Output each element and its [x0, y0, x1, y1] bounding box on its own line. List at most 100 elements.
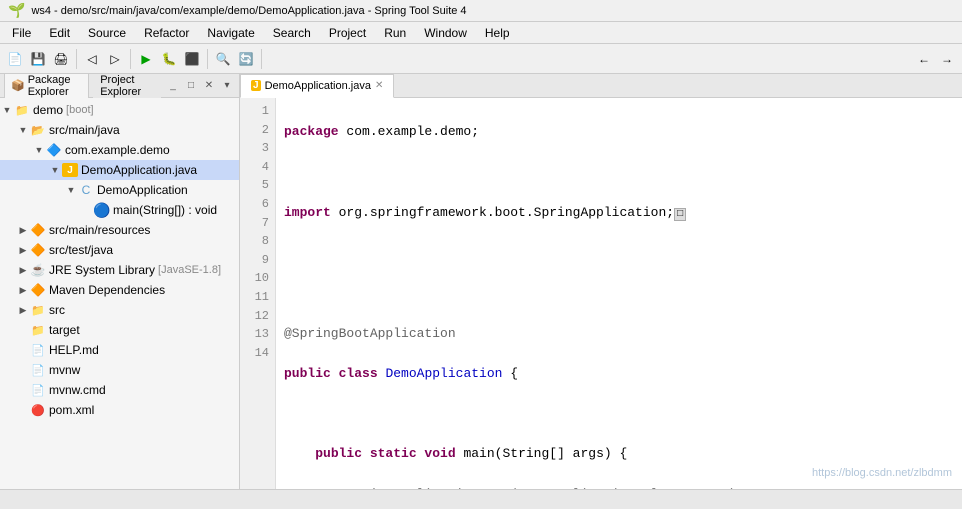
status-bar: [0, 489, 962, 509]
tree-item-demoapplication-class[interactable]: ▼ C DemoApplication: [0, 180, 239, 200]
toolbar-print-btn[interactable]: 🖨: [50, 48, 72, 70]
editor-tab-demoapplication[interactable]: J DemoApplication.java ✕: [240, 74, 394, 98]
editor-tab-close[interactable]: ✕: [375, 80, 383, 91]
expand-method: [80, 203, 94, 217]
tree-item-src-main-java[interactable]: ▼ 📂 src/main/java: [0, 120, 239, 140]
menu-source[interactable]: Source: [80, 24, 134, 42]
toolbar-nav-group: ← →: [913, 48, 958, 70]
expand-src[interactable]: ▶: [16, 303, 30, 317]
java-file-icon: J: [62, 163, 78, 177]
src-icon: 📂: [30, 122, 46, 138]
tab-project-explorer[interactable]: Project Explorer: [93, 74, 161, 101]
tree-item-src-main-resources[interactable]: ▶ 🔶 src/main/resources: [0, 220, 239, 240]
expand-demoapplication[interactable]: ▼: [48, 163, 62, 177]
menu-window[interactable]: Window: [416, 24, 475, 42]
code-line-5: [284, 283, 954, 303]
toolbar-edit-group: ◁ ▷: [81, 48, 126, 70]
package-explorer-icon: 📦: [11, 79, 25, 92]
tree-item-mvnw[interactable]: 📄 mvnw: [0, 360, 239, 380]
help-md-icon: 📄: [30, 342, 46, 358]
src-folder-icon: 📁: [30, 302, 46, 318]
app-icon: 🌱: [8, 2, 25, 19]
toolbar-next-btn[interactable]: ▷: [104, 48, 126, 70]
right-panel: J DemoApplication.java ✕ 1 2 3 4 5 6 7 8…: [240, 74, 962, 489]
toolbar: 📄 💾 🖨 ◁ ▷ ▶ 🐛 ⬛ 🔍 🔄 ← →: [0, 44, 962, 74]
expand-pom: [16, 403, 30, 417]
expand-package[interactable]: ▼: [32, 143, 46, 157]
expand-mvnw: [16, 363, 30, 377]
editor-tabs: J DemoApplication.java ✕: [240, 74, 962, 98]
class-icon: C: [78, 182, 94, 198]
toolbar-misc-group: 🔍 🔄: [212, 48, 257, 70]
menu-run[interactable]: Run: [376, 24, 414, 42]
toolbar-save-btn[interactable]: 💾: [27, 48, 49, 70]
menu-file[interactable]: File: [4, 24, 39, 42]
code-line-2: [284, 162, 954, 182]
toolbar-new-btn[interactable]: 📄: [4, 48, 26, 70]
tree-item-target[interactable]: 📁 target: [0, 320, 239, 340]
expand-demo[interactable]: ▼: [0, 103, 14, 117]
tree-item-jre[interactable]: ▶ ☕ JRE System Library [JavaSE-1.8]: [0, 260, 239, 280]
tree-item-main-method[interactable]: 🔵 main(String[]) : void: [0, 200, 239, 220]
jre-icon: ☕: [30, 262, 46, 278]
tree-item-mvnw-cmd[interactable]: 📄 mvnw.cmd: [0, 380, 239, 400]
editor-tab-label: DemoApplication.java: [265, 80, 371, 92]
tree-item-src[interactable]: ▶ 📁 src: [0, 300, 239, 320]
menu-search[interactable]: Search: [265, 24, 319, 42]
method-icon: 🔵: [94, 202, 110, 218]
code-line-7: public class DemoApplication {: [284, 364, 954, 384]
menu-edit[interactable]: Edit: [41, 24, 78, 42]
code-area[interactable]: 1 2 3 4 5 6 7 8 9 10 11 12 13 14 package…: [240, 98, 962, 489]
expand-jre[interactable]: ▶: [16, 263, 30, 277]
toolbar-search-btn[interactable]: 🔍: [212, 48, 234, 70]
code-line-3: import org.springframework.boot.SpringAp…: [284, 203, 954, 223]
code-line-1: package com.example.demo;: [284, 122, 954, 142]
editor-tab-java-icon: J: [251, 80, 261, 91]
toolbar-back-btn[interactable]: ←: [913, 48, 935, 70]
tree-item-demoapplication-java[interactable]: ▼ J DemoApplication.java: [0, 160, 239, 180]
toolbar-sep2: [130, 49, 131, 69]
menu-navigate[interactable]: Navigate: [199, 24, 262, 42]
title-text: ws4 - demo/src/main/java/com/example/dem…: [31, 5, 466, 17]
toolbar-debug-btn[interactable]: 🐛: [158, 48, 180, 70]
toolbar-stop-btn[interactable]: ⬛: [181, 48, 203, 70]
mvnw-cmd-icon: 📄: [30, 382, 46, 398]
src-test-icon: 🔶: [30, 242, 46, 258]
toolbar-sep3: [207, 49, 208, 69]
left-panel: 📦 Package Explorer Project Explorer _ □ …: [0, 74, 240, 489]
toolbar-run-btn[interactable]: ▶: [135, 48, 157, 70]
tree-item-demo[interactable]: ▼ 📁 demo [boot]: [0, 100, 239, 120]
code-line-10: SpringApplication.run(DemoApplication.cl…: [284, 485, 954, 489]
menu-refactor[interactable]: Refactor: [136, 24, 197, 42]
expand-target: [16, 323, 30, 337]
tree-item-src-test-java[interactable]: ▶ 🔶 src/test/java: [0, 240, 239, 260]
watermark: https://blog.csdn.net/zlbdmm: [812, 467, 952, 479]
panel-close-btn[interactable]: ✕: [201, 78, 217, 94]
code-editor[interactable]: package com.example.demo; import org.spr…: [276, 98, 962, 489]
toolbar-refresh-btn[interactable]: 🔄: [235, 48, 257, 70]
expand-mvnw-cmd: [16, 383, 30, 397]
expand-src-main-res[interactable]: ▶: [16, 223, 30, 237]
line-numbers: 1 2 3 4 5 6 7 8 9 10 11 12 13 14: [240, 98, 276, 489]
expand-src-test[interactable]: ▶: [16, 243, 30, 257]
code-line-9: public static void main(String[] args) {: [284, 444, 954, 464]
panel-minimize-btn[interactable]: _: [165, 78, 181, 94]
expand-src-main-java[interactable]: ▼: [16, 123, 30, 137]
tree-item-help-md[interactable]: 📄 HELP.md: [0, 340, 239, 360]
toolbar-prev-btn[interactable]: ◁: [81, 48, 103, 70]
tree-item-pom-xml[interactable]: 🔴 pom.xml: [0, 400, 239, 420]
panel-maximize-btn[interactable]: □: [183, 78, 199, 94]
tab-package-explorer[interactable]: 📦 Package Explorer: [4, 74, 89, 101]
tree-item-maven-deps[interactable]: ▶ 🔶 Maven Dependencies: [0, 280, 239, 300]
menu-help[interactable]: Help: [477, 24, 518, 42]
toolbar-run-group: ▶ 🐛 ⬛: [135, 48, 203, 70]
toolbar-sep1: [76, 49, 77, 69]
menu-project[interactable]: Project: [321, 24, 374, 42]
tree-item-package[interactable]: ▼ 🔷 com.example.demo: [0, 140, 239, 160]
expand-class[interactable]: ▼: [64, 183, 78, 197]
toolbar-forward-btn[interactable]: →: [936, 48, 958, 70]
code-line-6: @SpringBootApplication: [284, 324, 954, 344]
title-bar: 🌱 ws4 - demo/src/main/java/com/example/d…: [0, 0, 962, 22]
panel-menu-btn[interactable]: ▾: [219, 78, 235, 94]
expand-maven[interactable]: ▶: [16, 283, 30, 297]
